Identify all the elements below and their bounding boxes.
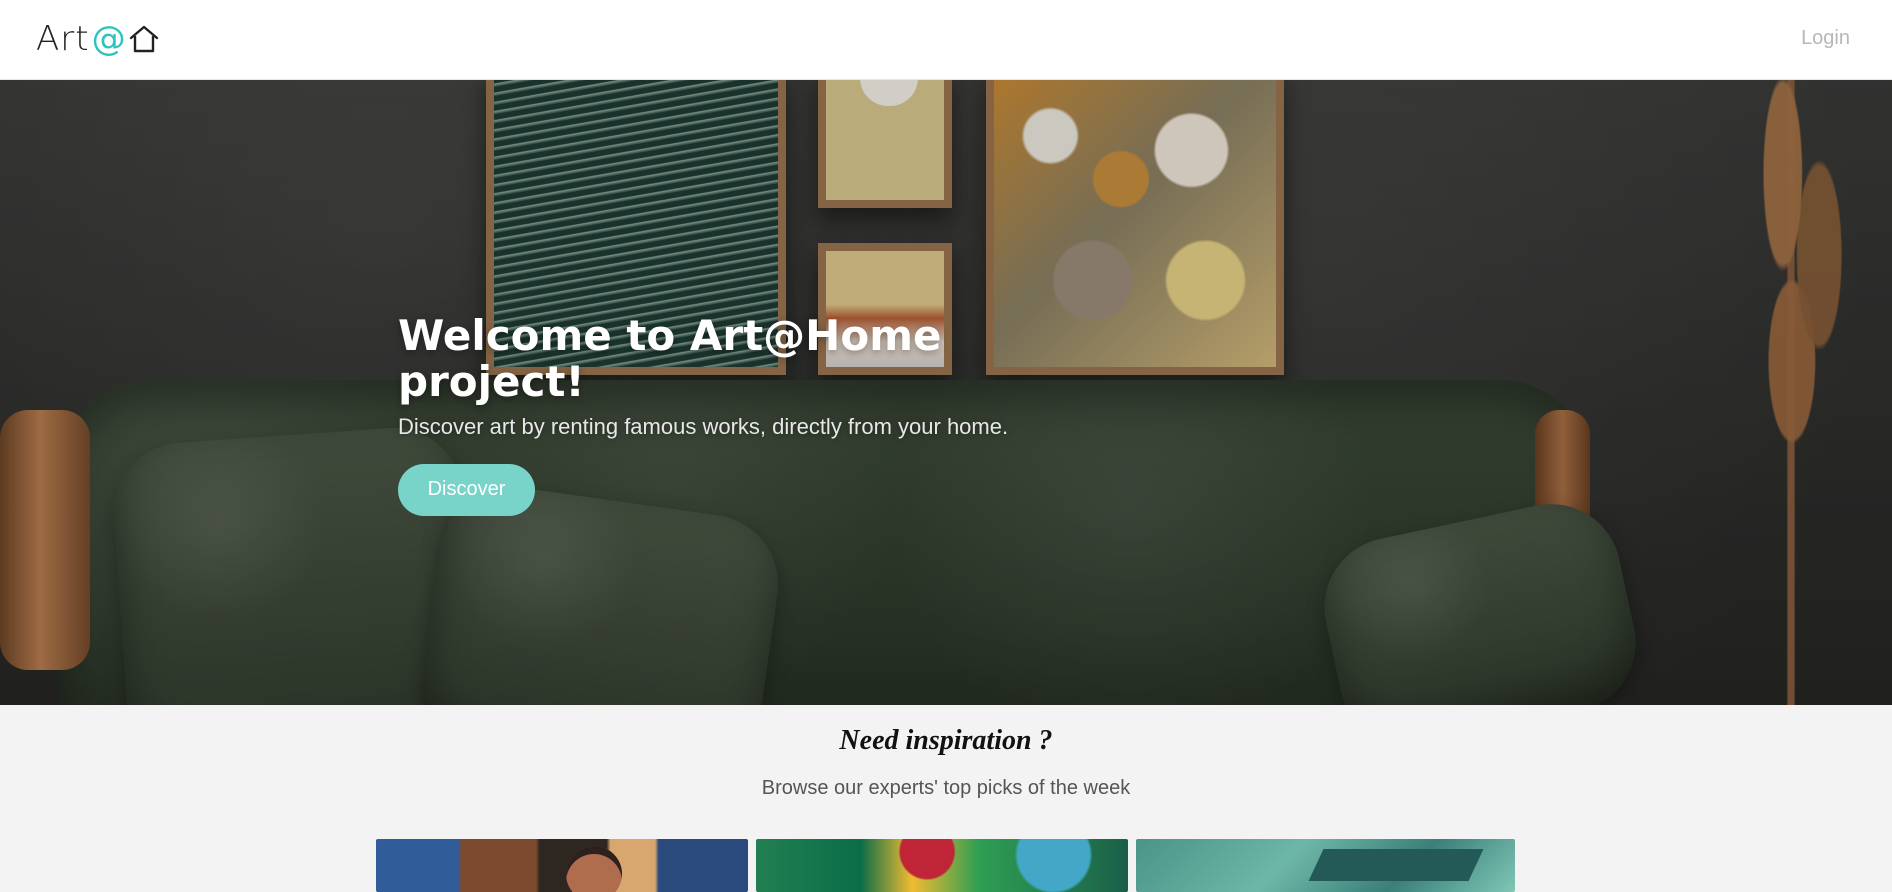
top-navigation-bar: Art @ Login (0, 0, 1892, 80)
inspiration-subtitle: Browse our experts' top picks of the wee… (761, 777, 1131, 799)
hero-subtitle: Discover art by renting famous works, di… (398, 414, 1009, 440)
artwork-card-teal-landscape[interactable] (1136, 839, 1515, 892)
discover-button[interactable]: Discover (398, 463, 535, 516)
inspiration-title: Need inspiration ? (839, 725, 1053, 756)
hero-title: Welcome to Art@Home project! (398, 311, 942, 407)
hero-content: Welcome to Art@Home project! Discover ar… (398, 311, 1098, 516)
hero-banner: Welcome to Art@Home project! Discover ar… (0, 80, 1892, 705)
login-link[interactable]: Login (1801, 27, 1850, 50)
art-at-home-logo[interactable]: Art @ (36, 18, 160, 60)
house-icon (129, 25, 158, 53)
artwork-card-portrait[interactable] (376, 839, 748, 892)
logo-text: Art (36, 19, 90, 59)
logo-at-symbol: @ (91, 19, 126, 59)
artwork-card-colorful-bird[interactable] (756, 839, 1128, 892)
artwork-picks-gallery (376, 839, 1515, 892)
